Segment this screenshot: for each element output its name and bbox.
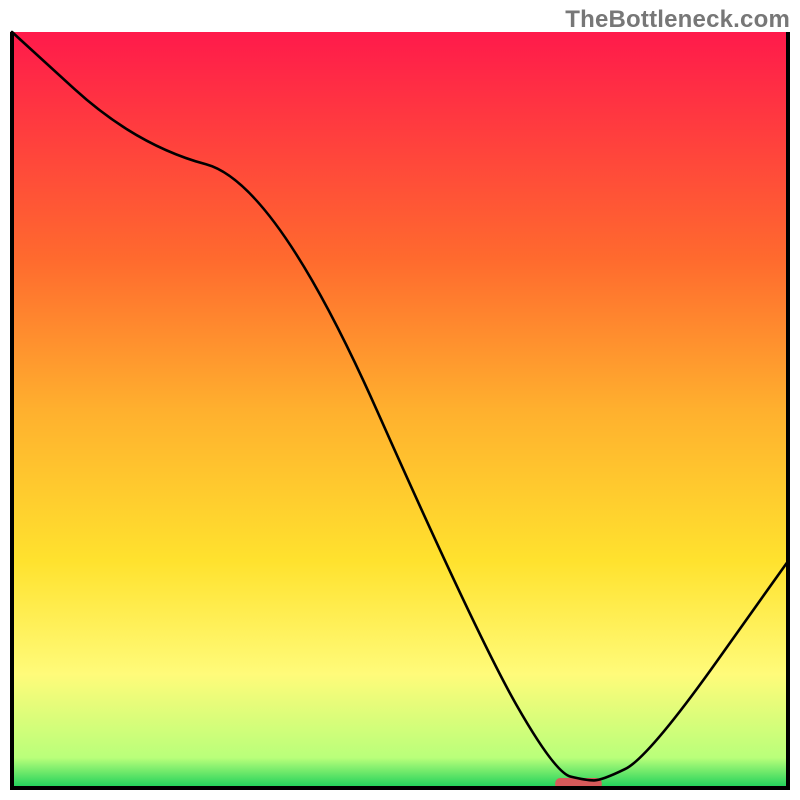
chart-svg	[12, 32, 788, 788]
chart-plot-frame	[12, 32, 788, 788]
chart-root: TheBottleneck.com	[0, 0, 800, 800]
watermark-text: TheBottleneck.com	[565, 6, 790, 34]
chart-background	[12, 32, 788, 788]
